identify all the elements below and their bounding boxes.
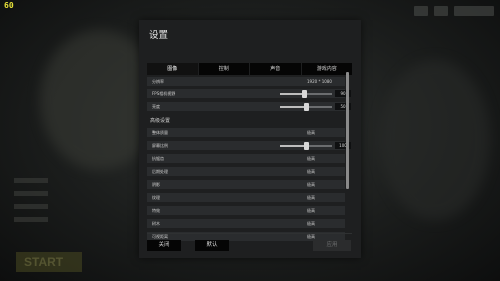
setting-row-overall-quality[interactable]: 整体质量 极高 — [147, 128, 345, 137]
setting-row-resolution[interactable]: 分辨率 1920 * 1080 — [147, 77, 345, 86]
setting-row-effects[interactable]: 特效 极高 — [147, 206, 345, 215]
setting-value: 极高 — [307, 130, 315, 135]
tab-controls[interactable]: 控制 — [198, 63, 250, 75]
setting-row-foliage[interactable]: 树木 极高 — [147, 219, 345, 228]
slider-knob[interactable] — [304, 103, 309, 111]
setting-label: 抗锯齿 — [152, 156, 164, 161]
game-screen: 60 START 设置 图像 控制 声音 游戏内容 分辨率 1920 * 108… — [0, 0, 500, 281]
setting-label: 分辨率 — [152, 79, 164, 84]
setting-value: 极高 — [307, 182, 315, 187]
setting-row-textures[interactable]: 纹理 极高 — [147, 193, 345, 202]
settings-tabs: 图像 控制 声音 游戏内容 — [147, 63, 352, 75]
apply-button[interactable]: 应用 — [313, 240, 351, 251]
setting-label: 整体质量 — [152, 130, 168, 135]
background-menu — [14, 178, 48, 230]
slider-knob[interactable] — [304, 142, 309, 150]
close-button[interactable]: 关闭 — [147, 240, 181, 251]
setting-label: 特效 — [152, 208, 160, 213]
default-button[interactable]: 默认 — [195, 240, 229, 251]
setting-label: FPS相机视野 — [152, 91, 176, 96]
setting-label: 亮度 — [152, 104, 160, 109]
slider-knob[interactable] — [302, 90, 307, 98]
screen-scale-slider[interactable] — [280, 142, 332, 150]
setting-row-shadows[interactable]: 阴影 极高 — [147, 180, 345, 189]
tab-sound[interactable]: 声音 — [250, 63, 302, 75]
setting-label: 阴影 — [152, 182, 160, 187]
background-top-bar — [414, 6, 494, 16]
settings-dialog: 设置 图像 控制 声音 游戏内容 分辨率 1920 * 1080 FPS相机视野… — [139, 20, 361, 258]
settings-content: 分辨率 1920 * 1080 FPS相机视野 90 亮度 50 高级设置 整体… — [139, 75, 361, 245]
setting-label: 纹理 — [152, 195, 160, 200]
setting-label: 屏幕比例 — [152, 143, 168, 148]
tab-gameplay[interactable]: 游戏内容 — [301, 63, 352, 75]
setting-row-fov: FPS相机视野 90 — [147, 89, 351, 98]
advanced-settings-heading: 高级设置 — [150, 118, 171, 124]
setting-value: 极高 — [307, 221, 315, 226]
fov-slider[interactable] — [280, 90, 332, 98]
setting-value: 极高 — [307, 195, 315, 200]
settings-scrollbar[interactable] — [346, 72, 349, 189]
background-scenery-right — [380, 60, 490, 220]
setting-row-post-processing[interactable]: 后期处理 极高 — [147, 167, 345, 176]
setting-row-screen-scale: 屏幕比例 100 — [147, 141, 351, 150]
setting-label: 树木 — [152, 221, 160, 226]
setting-label: 后期处理 — [152, 169, 168, 174]
dialog-title: 设置 — [149, 30, 169, 41]
setting-value: 1920 * 1080 — [307, 79, 332, 84]
setting-row-brightness: 亮度 50 — [147, 102, 351, 111]
footer-divider — [147, 233, 352, 234]
brightness-slider[interactable] — [280, 103, 332, 111]
setting-row-anti-aliasing[interactable]: 抗锯齿 极高 — [147, 154, 345, 163]
background-start-button: START — [16, 252, 82, 272]
setting-value: 极高 — [307, 156, 315, 161]
fps-counter: 60 — [4, 1, 14, 10]
setting-value: 极高 — [307, 208, 315, 213]
tab-graphics[interactable]: 图像 — [147, 63, 199, 75]
setting-value: 极高 — [307, 169, 315, 174]
